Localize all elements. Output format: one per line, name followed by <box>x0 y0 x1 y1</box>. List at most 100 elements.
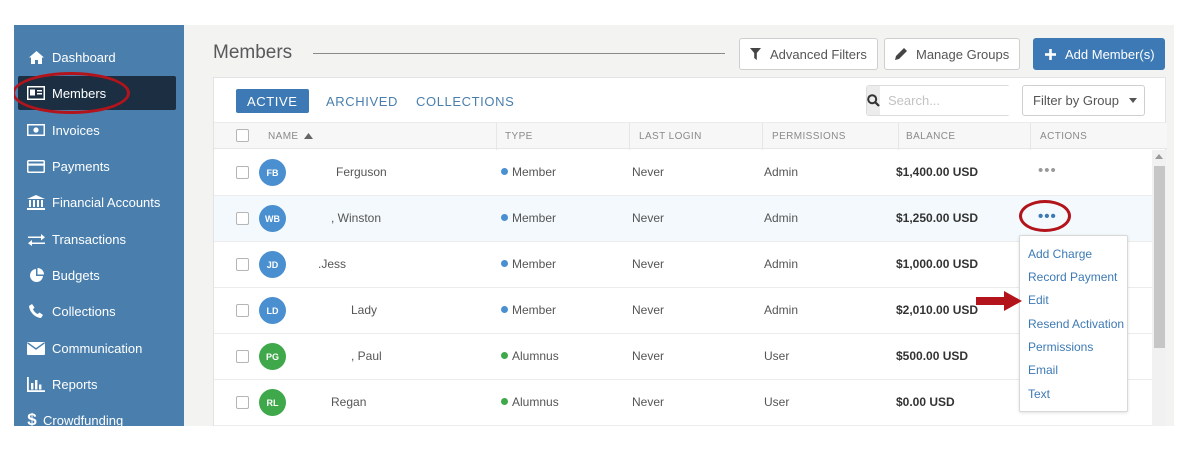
sidebar-item-reports[interactable]: Reports <box>14 367 184 401</box>
status-dot <box>501 260 508 267</box>
sidebar-item-label: Dashboard <box>52 49 116 65</box>
row-checkbox[interactable] <box>236 396 249 409</box>
plus-icon <box>1045 48 1056 60</box>
member-type: Member <box>512 257 557 271</box>
member-name[interactable]: Lady <box>351 303 377 317</box>
table-row[interactable]: FB Ferguson Member Never Admin $1,400.00… <box>214 150 1152 196</box>
avatar: JD <box>259 251 286 278</box>
bar-chart-icon <box>26 376 46 392</box>
row-checkbox[interactable] <box>236 350 249 363</box>
money-icon <box>26 122 46 138</box>
last-login: Never <box>632 165 665 179</box>
table-row[interactable]: RL Regan Alumnus Never User $0.00 USD <box>214 380 1152 426</box>
sidebar-item-payments[interactable]: Payments <box>14 149 184 183</box>
sidebar-item-members[interactable]: Members <box>18 76 176 110</box>
tab-active[interactable]: ACTIVE <box>236 89 309 113</box>
last-login: Never <box>632 395 665 409</box>
column-divider <box>496 123 497 150</box>
row-checkbox[interactable] <box>236 304 249 317</box>
row-actions-button[interactable]: ••• <box>1038 162 1057 179</box>
column-header-type[interactable]: TYPE <box>505 131 533 142</box>
add-member-button[interactable]: Add Member(s) <box>1033 38 1165 70</box>
app-window: Dashboard Members Invoices Payments Fina… <box>14 25 1174 426</box>
table-row[interactable]: PG , Paul Alumnus Never User $500.00 USD <box>214 334 1152 380</box>
column-header-last-login[interactable]: LAST LOGIN <box>639 131 702 142</box>
sidebar-item-financial-accounts[interactable]: Financial Accounts <box>14 185 184 219</box>
search-button[interactable] <box>867 86 880 115</box>
sidebar-item-transactions[interactable]: Transactions <box>14 222 184 256</box>
filter-by-group-dropdown[interactable]: Filter by Group <box>1022 85 1145 116</box>
balance: $1,000.00 USD <box>896 257 979 271</box>
advanced-filters-button[interactable]: Advanced Filters <box>739 38 878 70</box>
filter-by-group-label: Filter by Group <box>1033 93 1119 108</box>
sidebar-item-invoices[interactable]: Invoices <box>14 113 184 147</box>
permissions: Admin <box>764 165 799 179</box>
sidebar-item-label: Crowdfunding <box>43 412 124 427</box>
search-box <box>866 85 1064 116</box>
sidebar-item-label: Collections <box>52 303 116 319</box>
exchange-icon <box>26 231 46 247</box>
title-divider <box>313 53 725 54</box>
caret-down-icon <box>1128 98 1137 103</box>
last-login: Never <box>632 303 665 317</box>
table-row[interactable]: WB , Winston Member Never Admin $1,250.0… <box>214 196 1152 242</box>
sidebar-item-label: Payments <box>52 158 110 174</box>
member-type: Member <box>512 165 557 179</box>
sidebar-item-dashboard[interactable]: Dashboard <box>14 40 184 74</box>
member-name[interactable]: , Winston <box>331 211 381 225</box>
column-divider <box>629 123 630 150</box>
sidebar-item-label: Communication <box>52 340 143 356</box>
menu-item-add-charge[interactable]: Add Charge <box>1028 247 1092 261</box>
member-name[interactable]: Ferguson <box>336 165 387 179</box>
sidebar-item-collections[interactable]: Collections <box>14 294 184 328</box>
column-header-name[interactable]: NAME <box>268 131 313 142</box>
menu-item-resend-activation[interactable]: Resend Activation <box>1028 317 1124 331</box>
row-actions-button[interactable]: ••• <box>1038 208 1057 225</box>
column-header-permissions[interactable]: PERMISSIONS <box>772 131 846 142</box>
add-member-label: Add Member(s) <box>1065 46 1155 62</box>
menu-item-record-payment[interactable]: Record Payment <box>1028 270 1117 284</box>
member-name[interactable]: , Paul <box>351 349 382 363</box>
member-name[interactable]: .Jess <box>318 257 346 271</box>
last-login: Never <box>632 257 665 271</box>
column-divider <box>898 123 899 150</box>
row-checkbox[interactable] <box>236 258 249 271</box>
bank-icon <box>26 194 46 210</box>
sidebar-item-communication[interactable]: Communication <box>14 331 184 365</box>
member-type: Member <box>512 211 557 225</box>
manage-groups-button[interactable]: Manage Groups <box>884 38 1021 70</box>
annotation-arrow-icon <box>976 291 1022 311</box>
select-all-checkbox[interactable] <box>236 129 249 142</box>
menu-item-permissions[interactable]: Permissions <box>1028 340 1093 354</box>
permissions: Admin <box>764 303 799 317</box>
status-dot <box>501 306 508 313</box>
member-type: Alumnus <box>512 349 559 363</box>
sidebar-item-crowdfunding[interactable]: $ Crowdfunding <box>14 403 184 426</box>
row-checkbox[interactable] <box>236 212 249 225</box>
tab-archived[interactable]: ARCHIVED <box>326 89 398 113</box>
menu-item-edit[interactable]: Edit <box>1028 293 1049 307</box>
phone-icon <box>26 303 46 319</box>
member-type: Alumnus <box>512 395 559 409</box>
sidebar-item-label: Financial Accounts <box>52 194 161 210</box>
id-card-icon <box>26 85 46 101</box>
page-title: Members <box>213 42 293 63</box>
sort-asc-icon <box>303 133 313 139</box>
sidebar-item-label: Transactions <box>52 231 126 247</box>
tab-collections[interactable]: COLLECTIONS <box>416 89 514 113</box>
avatar: RL <box>259 389 286 416</box>
balance: $1,400.00 USD <box>896 165 979 179</box>
search-icon <box>867 94 880 107</box>
menu-item-email[interactable]: Email <box>1028 363 1058 377</box>
table-header: NAME TYPE LAST LOGIN PERMISSIONS BALANCE… <box>214 122 1167 150</box>
row-checkbox[interactable] <box>236 166 249 179</box>
table-row[interactable]: JD .Jess Member Never Admin $1,000.00 US… <box>214 242 1152 288</box>
sidebar-item-label: Reports <box>52 376 98 392</box>
column-header-balance[interactable]: BALANCE <box>906 131 956 142</box>
scrollbar-thumb[interactable] <box>1154 166 1165 348</box>
permissions: Admin <box>764 211 799 225</box>
scroll-up-arrow-icon[interactable] <box>1155 154 1163 159</box>
menu-item-text[interactable]: Text <box>1028 387 1050 401</box>
member-name[interactable]: Regan <box>331 395 366 409</box>
sidebar-item-budgets[interactable]: Budgets <box>14 258 184 292</box>
